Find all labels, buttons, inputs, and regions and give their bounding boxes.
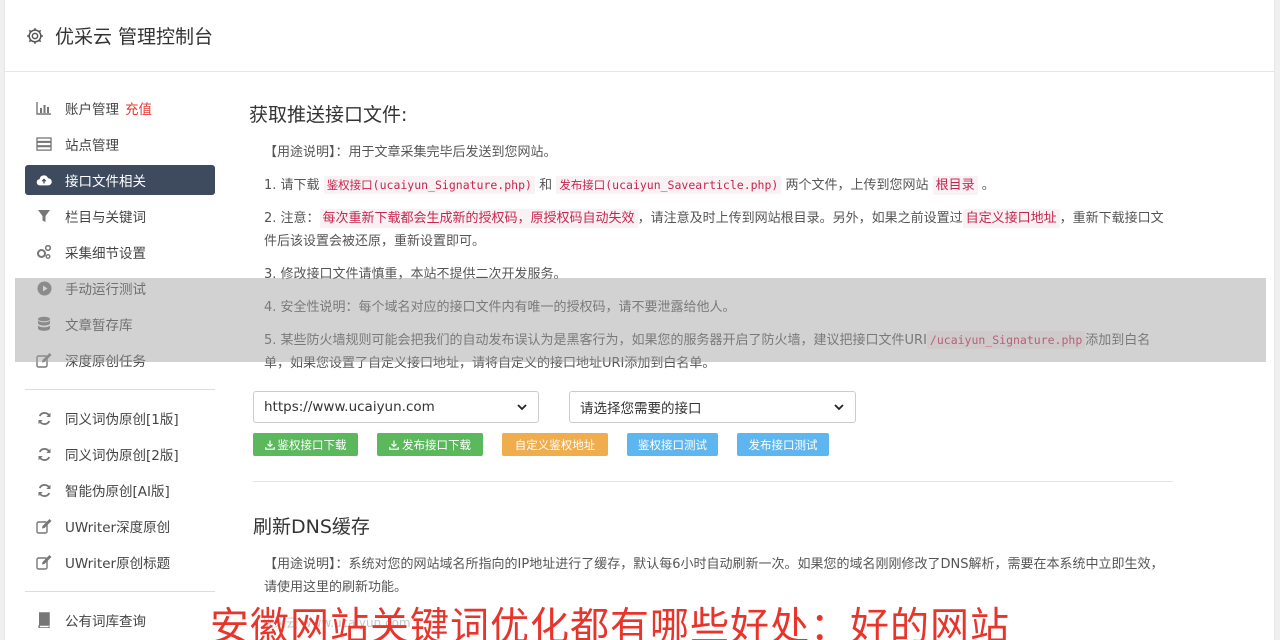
code-publish-api: 发布接口(ucaiyun_Savearticle.php) bbox=[556, 176, 782, 194]
step1-suffix: 。 bbox=[981, 178, 995, 193]
custom-auth-address-button[interactable]: 自定义鉴权地址 bbox=[502, 433, 608, 456]
step-2: 2. 注意： 每次重新下载都会生成新的授权码，原授权码自动失效 ，请注意及时上传到网… bbox=[249, 207, 1169, 253]
refresh-icon bbox=[36, 446, 52, 462]
sidebar-item-api-files[interactable]: 接口文件相关 bbox=[25, 165, 215, 195]
book-icon bbox=[36, 612, 52, 628]
dns-usage-label: 【用途说明】 bbox=[264, 557, 336, 572]
gray-overlay-band bbox=[15, 278, 1266, 362]
sidebar-item-collect-settings[interactable]: 采集细节设置 bbox=[25, 237, 215, 267]
api-select-value: 请选择您需要的接口 bbox=[580, 401, 702, 417]
button-label: 自定义鉴权地址 bbox=[514, 437, 596, 452]
button-label: 鉴权接口测试 bbox=[638, 437, 707, 452]
overlay-article-title: 安徽网站关键词优化都有哪些好处：好的网站 bbox=[210, 605, 1011, 640]
sidebar-item-sites[interactable]: 站点管理 bbox=[25, 129, 215, 159]
usage-text: ：用于文章采集完毕后发送到您网站。 bbox=[335, 145, 557, 160]
top-header: 优采云 管理控制台 bbox=[5, 0, 1274, 72]
cogs-icon bbox=[36, 244, 52, 260]
recharge-link[interactable]: 充值 bbox=[125, 98, 152, 118]
step1-and: 和 bbox=[539, 178, 553, 193]
sidebar-item-label: 智能伪原创[AI版] bbox=[65, 484, 170, 500]
cloud-upload-icon bbox=[36, 172, 52, 188]
refresh-icon bbox=[36, 482, 52, 498]
signature-test-button[interactable]: 鉴权接口测试 bbox=[627, 433, 718, 456]
usage-note: 【用途说明】：用于文章采集完毕后发送到您网站。 bbox=[249, 141, 1169, 164]
button-label: 鉴权接口下载 bbox=[277, 437, 347, 452]
publish-test-button[interactable]: 发布接口测试 bbox=[737, 433, 829, 456]
sidebar-item-label: 同义词伪原创[2版] bbox=[65, 448, 179, 464]
refresh-icon bbox=[36, 410, 52, 426]
button-label: 发布接口下载 bbox=[402, 437, 471, 452]
sidebar-item-columns-keywords[interactable]: 栏目与关键词 bbox=[25, 201, 215, 231]
dns-usage-text: ：系统对您的网站域名所指向的IP地址进行了缓存，默认每6小时自动刷新一次。如果您… bbox=[264, 557, 1164, 595]
filter-icon bbox=[36, 208, 52, 224]
sidebar-item-label: 公有词库查询 bbox=[65, 614, 146, 630]
sidebar-item-label: 栏目与关键词 bbox=[65, 210, 146, 226]
button-row: 鉴权接口下载 发布接口下载 自定义鉴权地址 鉴权接口测试 发布接口测试 bbox=[249, 433, 1169, 456]
sidebar-item-public-dict[interactable]: 公有词库查询 bbox=[25, 605, 215, 635]
sidebar-item-uwriter-deep[interactable]: UWriter深度原创 bbox=[25, 511, 215, 541]
sidebar-item-label: 接口文件相关 bbox=[65, 174, 146, 190]
sidebar-item-label: 采集细节设置 bbox=[65, 246, 146, 262]
download-icon bbox=[264, 440, 275, 450]
edit-icon bbox=[36, 518, 52, 534]
code-custom-address: 自定义接口地址 bbox=[962, 209, 1060, 228]
select-row: https://www.ucaiyun.com 请选择您需要的接口 bbox=[249, 391, 1169, 423]
edit-icon bbox=[36, 554, 52, 570]
signature-download-button[interactable]: 鉴权接口下载 bbox=[253, 433, 358, 456]
bar-chart-icon bbox=[36, 100, 52, 116]
gear-icon bbox=[27, 27, 43, 44]
button-label: 发布接口测试 bbox=[748, 437, 818, 452]
chevron-down-icon bbox=[834, 404, 844, 411]
app-title: 优采云 管理控制台 bbox=[55, 26, 214, 48]
step2-prefix: 2. 注意： bbox=[264, 211, 320, 226]
api-select[interactable]: 请选择您需要的接口 bbox=[569, 391, 856, 423]
sidebar-item-synonym-v1[interactable]: 同义词伪原创[1版] bbox=[25, 403, 215, 433]
download-icon bbox=[389, 440, 399, 450]
code-root-dir: 根目录 bbox=[932, 176, 978, 195]
publish-download-button[interactable]: 发布接口下载 bbox=[377, 433, 483, 456]
sidebar-item-label: 站点管理 bbox=[65, 138, 119, 154]
sidebar-item-label: 账户管理 bbox=[65, 102, 119, 118]
section-title-dns: 刷新DNS缓存 bbox=[253, 516, 370, 538]
sidebar-item-account[interactable]: 账户管理 充值 bbox=[25, 93, 215, 123]
code-auth-warning: 每次重新下载都会生成新的授权码，原授权码自动失效 bbox=[319, 209, 638, 228]
usage-label: 【用途说明】 bbox=[264, 145, 336, 160]
sidebar-item-label: 同义词伪原创[1版] bbox=[65, 412, 179, 428]
server-icon bbox=[36, 136, 52, 152]
section-divider bbox=[253, 481, 1173, 482]
chevron-down-icon bbox=[517, 404, 527, 411]
sidebar-item-ai-rewrite[interactable]: 智能伪原创[AI版] bbox=[25, 475, 215, 505]
sidebar-divider bbox=[25, 591, 215, 592]
sidebar-item-label: UWriter深度原创 bbox=[65, 520, 171, 536]
sidebar-item-label: UWriter原创标题 bbox=[65, 556, 171, 572]
section-title-api-files: 获取推送接口文件: bbox=[249, 104, 408, 126]
step-1: 1. 请下载 鉴权接口(ucaiyun_Signature.php) 和 发布接… bbox=[249, 174, 1169, 197]
sidebar-item-synonym-v2[interactable]: 同义词伪原创[2版] bbox=[25, 439, 215, 469]
site-select[interactable]: https://www.ucaiyun.com bbox=[253, 391, 539, 423]
sidebar-divider bbox=[25, 389, 215, 390]
step1-prefix: 1. 请下载 bbox=[264, 178, 320, 193]
site-select-value: https://www.ucaiyun.com bbox=[264, 399, 435, 415]
dns-usage-note: 【用途说明】：系统对您的网站域名所指向的IP地址进行了缓存，默认每6小时自动刷新… bbox=[249, 553, 1169, 599]
sidebar-item-uwriter-title[interactable]: UWriter原创标题 bbox=[25, 547, 215, 577]
code-signature-api: 鉴权接口(ucaiyun_Signature.php) bbox=[323, 176, 535, 194]
step1-middle: 两个文件，上传到您网站 bbox=[785, 178, 929, 193]
step2-middle: ，请注意及时上传到网站根目录。另外，如果之前设置过 bbox=[637, 211, 963, 226]
sidebar: 账户管理 充值 站点管理 接口文件相关 栏目与关键词 采集细节设置 手动运行测试… bbox=[25, 93, 215, 640]
